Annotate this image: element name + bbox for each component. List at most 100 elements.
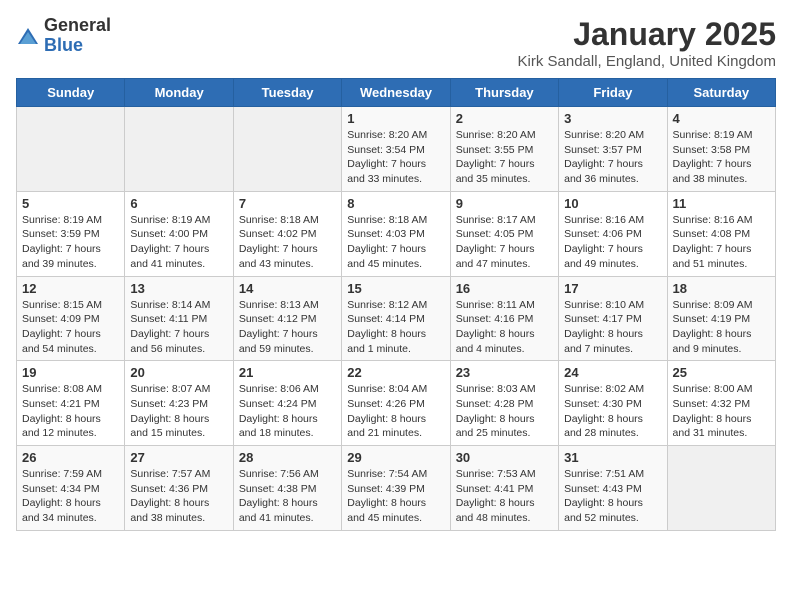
day-number: 25 xyxy=(673,365,770,380)
calendar-day-cell: 16 Sunrise: 8:11 AM Sunset: 4:16 PM Dayli… xyxy=(450,276,558,361)
day-number: 16 xyxy=(456,281,553,296)
location-title: Kirk Sandall, England, United Kingdom xyxy=(518,53,777,70)
day-info: Sunrise: 8:18 AM Sunset: 4:02 PM Dayligh… xyxy=(239,213,336,272)
day-info: Sunrise: 8:20 AM Sunset: 3:55 PM Dayligh… xyxy=(456,128,553,187)
day-number: 28 xyxy=(239,450,336,465)
calendar-day-cell xyxy=(667,446,775,531)
day-info: Sunrise: 8:20 AM Sunset: 3:57 PM Dayligh… xyxy=(564,128,661,187)
day-info: Sunrise: 7:53 AM Sunset: 4:41 PM Dayligh… xyxy=(456,467,553,526)
day-number: 24 xyxy=(564,365,661,380)
calendar-day-cell: 27 Sunrise: 7:57 AM Sunset: 4:36 PM Dayli… xyxy=(125,446,233,531)
calendar-week-row: 12 Sunrise: 8:15 AM Sunset: 4:09 PM Dayli… xyxy=(17,276,776,361)
day-info: Sunrise: 8:15 AM Sunset: 4:09 PM Dayligh… xyxy=(22,298,119,357)
weekday-header-cell: Thursday xyxy=(450,79,558,107)
day-info: Sunrise: 8:09 AM Sunset: 4:19 PM Dayligh… xyxy=(673,298,770,357)
calendar-day-cell: 10 Sunrise: 8:16 AM Sunset: 4:06 PM Dayli… xyxy=(559,191,667,276)
day-number: 20 xyxy=(130,365,227,380)
calendar-day-cell: 15 Sunrise: 8:12 AM Sunset: 4:14 PM Dayli… xyxy=(342,276,450,361)
day-info: Sunrise: 8:12 AM Sunset: 4:14 PM Dayligh… xyxy=(347,298,444,357)
day-number: 4 xyxy=(673,111,770,126)
calendar-day-cell: 13 Sunrise: 8:14 AM Sunset: 4:11 PM Dayli… xyxy=(125,276,233,361)
calendar-week-row: 26Sunrise: 7:59 AM Sunset: 4:34 PM Dayli… xyxy=(17,446,776,531)
calendar-day-cell: 17 Sunrise: 8:10 AM Sunset: 4:17 PM Dayli… xyxy=(559,276,667,361)
day-number: 12 xyxy=(22,281,119,296)
calendar-day-cell: 5 Sunrise: 8:19 AM Sunset: 3:59 PM Daylig… xyxy=(17,191,125,276)
day-info: Sunrise: 7:56 AM Sunset: 4:38 PM Dayligh… xyxy=(239,467,336,526)
day-info: Sunrise: 8:03 AM Sunset: 4:28 PM Dayligh… xyxy=(456,382,553,441)
calendar-day-cell: 20 Sunrise: 8:07 AM Sunset: 4:23 PM Dayli… xyxy=(125,361,233,446)
calendar-day-cell: 6Sunrise: 8:19 AM Sunset: 4:00 PM Daylig… xyxy=(125,191,233,276)
weekday-header-cell: Sunday xyxy=(17,79,125,107)
day-info: Sunrise: 8:14 AM Sunset: 4:11 PM Dayligh… xyxy=(130,298,227,357)
day-number: 29 xyxy=(347,450,444,465)
calendar-day-cell: 19 Sunrise: 8:08 AM Sunset: 4:21 PM Dayli… xyxy=(17,361,125,446)
calendar-day-cell xyxy=(125,107,233,192)
day-info: Sunrise: 8:19 AM Sunset: 3:59 PM Dayligh… xyxy=(22,213,119,272)
calendar-day-cell: 14Sunrise: 8:13 AM Sunset: 4:12 PM Dayli… xyxy=(233,276,341,361)
day-info: Sunrise: 8:20 AM Sunset: 3:54 PM Dayligh… xyxy=(347,128,444,187)
calendar-day-cell: 24 Sunrise: 8:02 AM Sunset: 4:30 PM Dayli… xyxy=(559,361,667,446)
calendar-day-cell: 2 Sunrise: 8:20 AM Sunset: 3:55 PM Daylig… xyxy=(450,107,558,192)
day-number: 27 xyxy=(130,450,227,465)
calendar-day-cell: 4Sunrise: 8:19 AM Sunset: 3:58 PM Daylig… xyxy=(667,107,775,192)
day-info: Sunrise: 7:59 AM Sunset: 4:34 PM Dayligh… xyxy=(22,467,119,526)
day-number: 5 xyxy=(22,196,119,211)
day-number: 18 xyxy=(673,281,770,296)
day-info: Sunrise: 8:08 AM Sunset: 4:21 PM Dayligh… xyxy=(22,382,119,441)
calendar-day-cell: 31Sunrise: 7:51 AM Sunset: 4:43 PM Dayli… xyxy=(559,446,667,531)
day-number: 21 xyxy=(239,365,336,380)
day-info: Sunrise: 8:00 AM Sunset: 4:32 PM Dayligh… xyxy=(673,382,770,441)
day-number: 8 xyxy=(347,196,444,211)
day-info: Sunrise: 8:17 AM Sunset: 4:05 PM Dayligh… xyxy=(456,213,553,272)
weekday-header-cell: Saturday xyxy=(667,79,775,107)
day-number: 13 xyxy=(130,281,227,296)
day-number: 9 xyxy=(456,196,553,211)
day-info: Sunrise: 8:18 AM Sunset: 4:03 PM Dayligh… xyxy=(347,213,444,272)
day-number: 17 xyxy=(564,281,661,296)
day-info: Sunrise: 8:19 AM Sunset: 4:00 PM Dayligh… xyxy=(130,213,227,272)
calendar-week-row: 5 Sunrise: 8:19 AM Sunset: 3:59 PM Daylig… xyxy=(17,191,776,276)
day-info: Sunrise: 7:57 AM Sunset: 4:36 PM Dayligh… xyxy=(130,467,227,526)
calendar-day-cell: 1Sunrise: 8:20 AM Sunset: 3:54 PM Daylig… xyxy=(342,107,450,192)
day-info: Sunrise: 8:16 AM Sunset: 4:06 PM Dayligh… xyxy=(564,213,661,272)
calendar-day-cell: 11Sunrise: 8:16 AM Sunset: 4:08 PM Dayli… xyxy=(667,191,775,276)
logo-text-blue: Blue xyxy=(44,36,111,56)
day-number: 2 xyxy=(456,111,553,126)
logo-text-general: General xyxy=(44,16,111,36)
calendar-day-cell: 29 Sunrise: 7:54 AM Sunset: 4:39 PM Dayli… xyxy=(342,446,450,531)
page-header: General Blue January 2025 Kirk Sandall, … xyxy=(16,16,776,70)
calendar-day-cell: 21Sunrise: 8:06 AM Sunset: 4:24 PM Dayli… xyxy=(233,361,341,446)
calendar-day-cell: 26Sunrise: 7:59 AM Sunset: 4:34 PM Dayli… xyxy=(17,446,125,531)
day-number: 3 xyxy=(564,111,661,126)
day-info: Sunrise: 8:10 AM Sunset: 4:17 PM Dayligh… xyxy=(564,298,661,357)
weekday-header-cell: Monday xyxy=(125,79,233,107)
day-info: Sunrise: 8:11 AM Sunset: 4:16 PM Dayligh… xyxy=(456,298,553,357)
day-number: 7 xyxy=(239,196,336,211)
calendar-table: SundayMondayTuesdayWednesdayThursdayFrid… xyxy=(16,78,776,531)
day-info: Sunrise: 8:07 AM Sunset: 4:23 PM Dayligh… xyxy=(130,382,227,441)
day-info: Sunrise: 8:04 AM Sunset: 4:26 PM Dayligh… xyxy=(347,382,444,441)
calendar-day-cell: 30 Sunrise: 7:53 AM Sunset: 4:41 PM Dayli… xyxy=(450,446,558,531)
day-number: 10 xyxy=(564,196,661,211)
calendar-week-row: 19 Sunrise: 8:08 AM Sunset: 4:21 PM Dayli… xyxy=(17,361,776,446)
day-info: Sunrise: 8:02 AM Sunset: 4:30 PM Dayligh… xyxy=(564,382,661,441)
weekday-header-cell: Friday xyxy=(559,79,667,107)
day-number: 19 xyxy=(22,365,119,380)
day-number: 11 xyxy=(673,196,770,211)
calendar-day-cell: 9 Sunrise: 8:17 AM Sunset: 4:05 PM Daylig… xyxy=(450,191,558,276)
calendar-body: 1Sunrise: 8:20 AM Sunset: 3:54 PM Daylig… xyxy=(17,107,776,531)
day-number: 30 xyxy=(456,450,553,465)
calendar-week-row: 1Sunrise: 8:20 AM Sunset: 3:54 PM Daylig… xyxy=(17,107,776,192)
day-number: 15 xyxy=(347,281,444,296)
calendar-day-cell: 8 Sunrise: 8:18 AM Sunset: 4:03 PM Daylig… xyxy=(342,191,450,276)
calendar-day-cell: 18 Sunrise: 8:09 AM Sunset: 4:19 PM Dayli… xyxy=(667,276,775,361)
day-number: 22 xyxy=(347,365,444,380)
weekday-header-row: SundayMondayTuesdayWednesdayThursdayFrid… xyxy=(17,79,776,107)
weekday-header-cell: Tuesday xyxy=(233,79,341,107)
day-info: Sunrise: 8:13 AM Sunset: 4:12 PM Dayligh… xyxy=(239,298,336,357)
day-info: Sunrise: 7:54 AM Sunset: 4:39 PM Dayligh… xyxy=(347,467,444,526)
day-number: 23 xyxy=(456,365,553,380)
logo-icon xyxy=(16,26,40,46)
calendar-day-cell: 12 Sunrise: 8:15 AM Sunset: 4:09 PM Dayli… xyxy=(17,276,125,361)
calendar-day-cell: 25 Sunrise: 8:00 AM Sunset: 4:32 PM Dayli… xyxy=(667,361,775,446)
